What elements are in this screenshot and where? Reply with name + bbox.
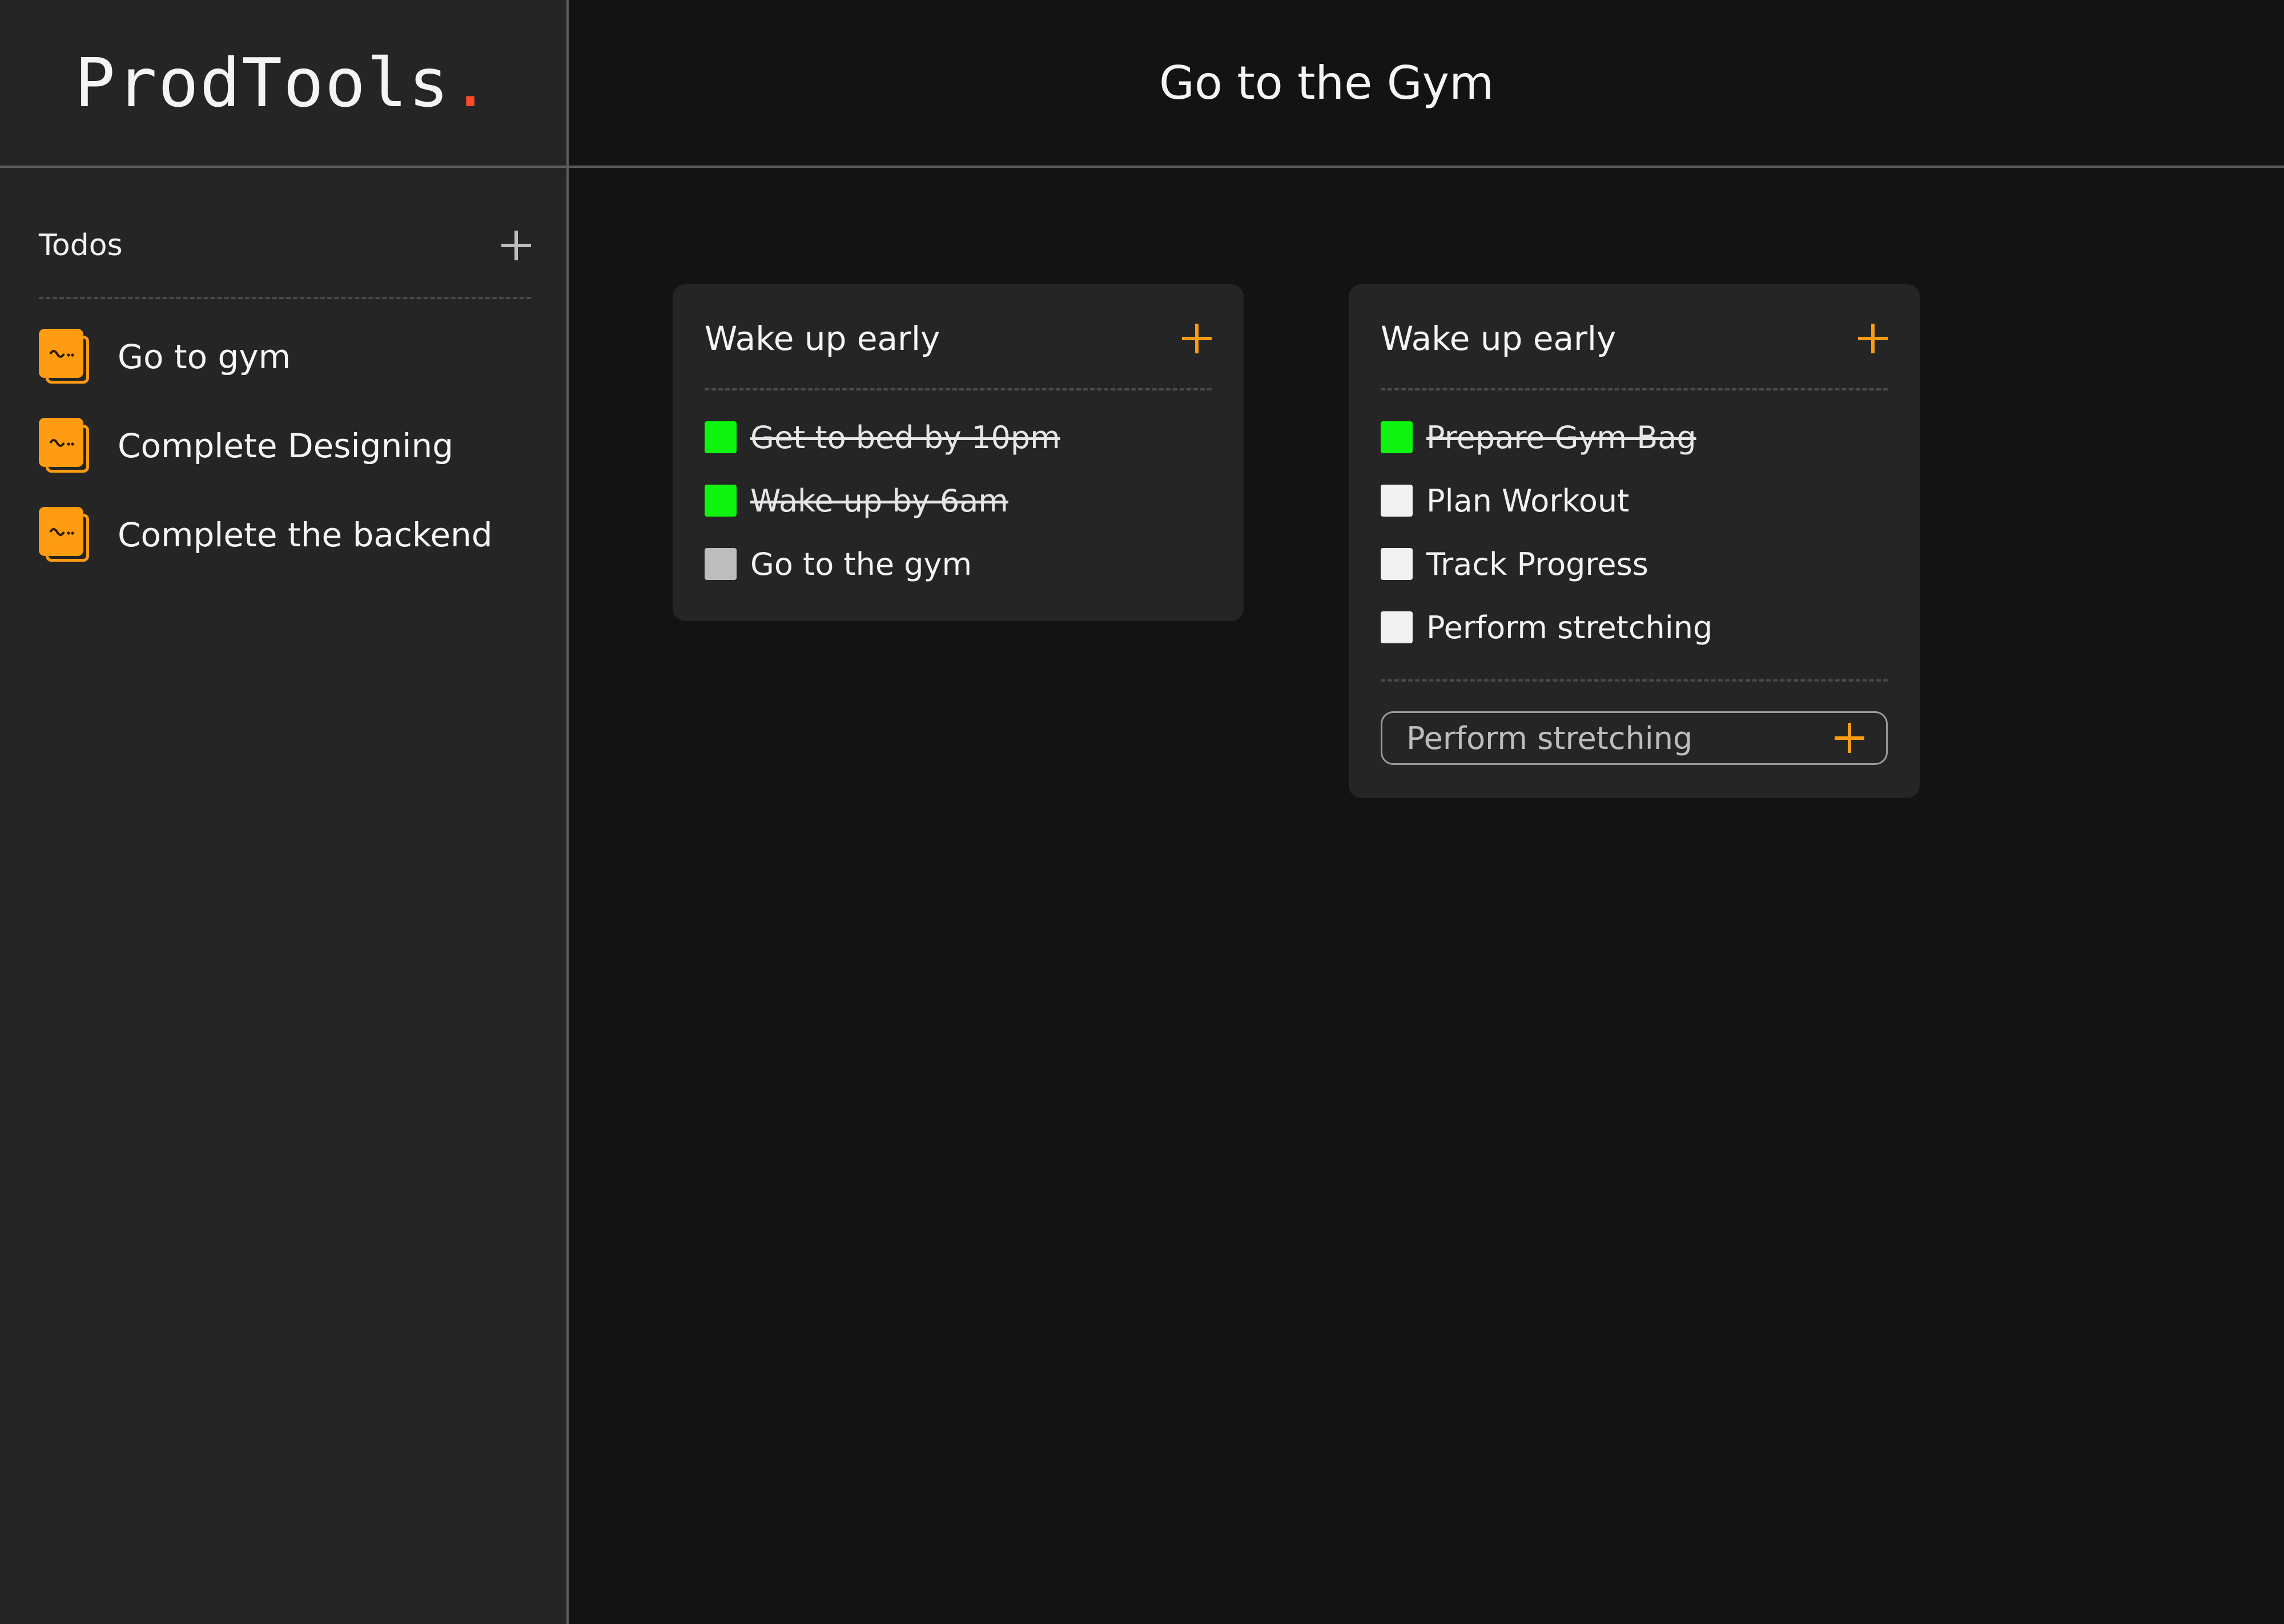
task-card: Wake up early Prepare Gym Bag Plan Worko… bbox=[1349, 284, 1920, 798]
checkbox-unchecked[interactable] bbox=[1381, 548, 1413, 580]
logo-dot: . bbox=[450, 43, 492, 122]
checkbox-unchecked[interactable] bbox=[1381, 611, 1413, 643]
item-label: Wake up by 6am bbox=[750, 482, 1008, 519]
sidebar-item-label: Go to gym bbox=[118, 337, 291, 376]
checklist-item[interactable]: Get to bed by 10pm bbox=[705, 419, 1212, 456]
logo-area: ProdTools. bbox=[0, 0, 566, 168]
sidebar-item-label: Complete Designing bbox=[118, 426, 453, 465]
page-title: Go to the Gym bbox=[1159, 56, 1494, 110]
new-item-input[interactable] bbox=[1406, 720, 1817, 756]
checklist-item[interactable]: Perform stretching bbox=[1381, 609, 1888, 646]
card-header: Wake up early bbox=[705, 313, 1212, 364]
checkbox-unchecked[interactable] bbox=[705, 548, 737, 580]
todos-title: Todos bbox=[39, 228, 123, 263]
item-label: Prepare Gym Bag bbox=[1426, 419, 1696, 456]
todo-list: Go to gym Complete Designing Complete th… bbox=[39, 328, 541, 595]
item-label: Get to bed by 10pm bbox=[750, 419, 1060, 456]
task-card: Wake up early Get to bed by 10pm Wake up… bbox=[673, 284, 1244, 621]
checklist-item[interactable]: Go to the gym bbox=[705, 546, 1212, 582]
note-icon bbox=[39, 418, 90, 474]
card-divider bbox=[1381, 388, 1888, 390]
checkbox-checked[interactable] bbox=[705, 421, 737, 453]
submit-item-plus-icon[interactable] bbox=[1835, 723, 1864, 753]
add-todo-plus-icon[interactable] bbox=[501, 231, 531, 260]
sidebar: ProdTools. Todos Go to gym Complete Desi… bbox=[0, 0, 569, 1624]
checklist-item[interactable]: Wake up by 6am bbox=[705, 482, 1212, 519]
checkbox-checked[interactable] bbox=[1381, 421, 1413, 453]
note-icon bbox=[39, 329, 90, 385]
item-label: Perform stretching bbox=[1426, 609, 1713, 646]
main-header: Go to the Gym bbox=[569, 0, 2284, 168]
logo-text: ProdTools bbox=[74, 43, 451, 122]
sidebar-item-complete-the-backend[interactable]: Complete the backend bbox=[39, 506, 541, 563]
todos-header: Todos bbox=[39, 217, 531, 274]
checkbox-checked[interactable] bbox=[705, 485, 737, 517]
card-title: Wake up early bbox=[705, 319, 940, 358]
card-items: Get to bed by 10pm Wake up by 6am Go to … bbox=[705, 419, 1212, 611]
card-title: Wake up early bbox=[1381, 319, 1617, 358]
item-label: Plan Workout bbox=[1426, 482, 1630, 519]
app-logo[interactable]: ProdTools. bbox=[75, 43, 492, 122]
card-header: Wake up early bbox=[1381, 313, 1888, 364]
item-label: Go to the gym bbox=[750, 546, 972, 582]
checklist-item[interactable]: Track Progress bbox=[1381, 546, 1888, 582]
sidebar-item-complete-designing[interactable]: Complete Designing bbox=[39, 417, 541, 474]
checklist-item[interactable]: Prepare Gym Bag bbox=[1381, 419, 1888, 456]
checklist-item[interactable]: Plan Workout bbox=[1381, 482, 1888, 519]
add-item-plus-icon[interactable] bbox=[1858, 324, 1888, 353]
sidebar-item-label: Complete the backend bbox=[118, 515, 493, 554]
checkbox-unchecked[interactable] bbox=[1381, 485, 1413, 517]
note-icon bbox=[39, 507, 90, 563]
new-item-field bbox=[1381, 711, 1888, 765]
todos-divider bbox=[39, 297, 531, 299]
sidebar-item-go-to-gym[interactable]: Go to gym bbox=[39, 328, 541, 385]
card-items: Prepare Gym Bag Plan Workout Track Progr… bbox=[1381, 419, 1888, 675]
card-divider bbox=[705, 388, 1212, 390]
item-label: Track Progress bbox=[1426, 546, 1648, 582]
card-divider bbox=[1381, 679, 1888, 682]
add-item-plus-icon[interactable] bbox=[1182, 324, 1212, 353]
